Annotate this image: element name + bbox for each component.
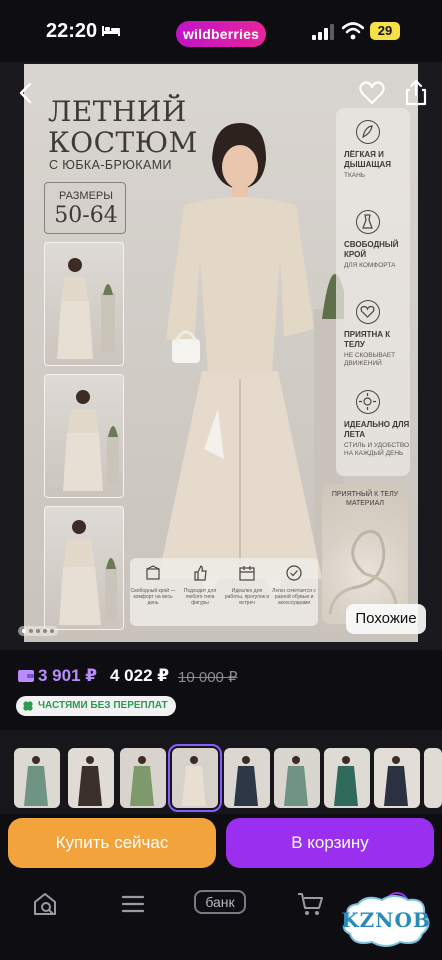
old-price: 10 000 ₽ bbox=[178, 669, 238, 686]
sun-icon bbox=[356, 390, 380, 414]
feature-title: ИДЕАЛЬНО ДЛЯ ЛЕТА bbox=[344, 420, 410, 439]
back-arrow-icon[interactable] bbox=[14, 80, 40, 106]
menu-icon[interactable] bbox=[120, 890, 146, 918]
benefit-text: Подходит для любого типа фигуры bbox=[183, 588, 217, 606]
thumbnail[interactable] bbox=[14, 748, 60, 808]
cart-icon[interactable] bbox=[296, 890, 324, 918]
wallet-price: 3 901 ₽ bbox=[38, 666, 98, 685]
thumbnail[interactable] bbox=[274, 748, 320, 808]
watermark-text: KZNOB bbox=[341, 908, 431, 932]
feature-title: ЛЁГКАЯ И ДЫШАЩАЯ bbox=[344, 150, 392, 169]
check-circle-icon bbox=[286, 565, 302, 581]
similar-button[interactable]: Похожие bbox=[346, 604, 426, 634]
sizes-box: РАЗМЕРЫ 50-64 bbox=[44, 182, 126, 234]
battery-indicator: 29 bbox=[370, 22, 400, 40]
fabric-closeup: ПРИЯТНЫЙ К ТЕЛУ МАТЕРИАЛ bbox=[322, 484, 408, 624]
current-price: 4 022 ₽ bbox=[110, 666, 170, 685]
clock: 22:20 bbox=[46, 20, 98, 42]
thumbnail-strip[interactable] bbox=[0, 730, 442, 814]
gallery-pagination bbox=[18, 626, 58, 636]
benefit-item: Идеален для работы, прогулок и встреч bbox=[224, 562, 270, 606]
buy-now-button[interactable]: Купить сейчас bbox=[8, 818, 216, 868]
price-row: 3 901 ₽ 4 022 ₽ 10 000 ₽ bbox=[0, 660, 442, 694]
pagination-dot bbox=[29, 629, 33, 633]
feature-subtitle: ТКАНЬ bbox=[344, 172, 366, 179]
thumbnail[interactable] bbox=[68, 748, 114, 808]
dress-icon bbox=[356, 210, 380, 234]
benefit-item: Легко сочетается с разной обувью и аксес… bbox=[271, 562, 317, 606]
benefit-text: Свободный крой — комфорт на весь день bbox=[130, 588, 176, 606]
brand-logo: wildberries bbox=[176, 21, 266, 47]
model-photo-side bbox=[44, 506, 124, 630]
thumbnail[interactable] bbox=[120, 748, 166, 808]
benefit-text: Легко сочетается с разной обувью и аксес… bbox=[272, 588, 316, 606]
calendar-icon bbox=[239, 566, 255, 581]
watermark: KZNOB bbox=[336, 892, 436, 948]
status-bar: 22:20 wildberries 29 bbox=[0, 0, 442, 62]
installments-badge[interactable]: ЧАСТЯМИ БЕЗ ПЕРЕПЛАТ bbox=[16, 696, 176, 716]
benefit-text: Идеален для работы, прогулок и встреч bbox=[224, 588, 270, 606]
pagination-dot-active bbox=[22, 629, 26, 633]
home-search-icon[interactable] bbox=[32, 890, 58, 918]
features-panel: ЛЁГКАЯ И ДЫШАЩАЯ ТКАНЬ СВОБОДНЫЙ КРОЙ ДЛ… bbox=[336, 108, 410, 476]
benefit-item: Свободный крой — комфорт на весь день bbox=[130, 562, 176, 606]
installments-label: ЧАСТЯМИ БЕЗ ПЕРЕПЛАТ bbox=[38, 700, 168, 711]
feature-subtitle: СТИЛЬ И УДОБСТВО НА КАЖДЫЙ ДЕНЬ bbox=[344, 442, 410, 457]
thumbs-up-icon bbox=[194, 565, 207, 581]
sizes-value: 50-64 bbox=[54, 203, 118, 228]
thumbnail[interactable] bbox=[424, 748, 442, 808]
pagination-dot bbox=[43, 629, 47, 633]
wallet-icon bbox=[18, 670, 34, 682]
model-photo-front bbox=[44, 242, 124, 366]
thumbnail[interactable] bbox=[324, 748, 370, 808]
feature-title: СВОБОДНЫЙ КРОЙ bbox=[344, 240, 399, 259]
share-icon[interactable] bbox=[404, 78, 428, 106]
pagination-dot bbox=[50, 629, 54, 633]
thumbnail-selected[interactable] bbox=[168, 744, 222, 812]
product-gallery[interactable]: ЛЕТНИЙ КОСТЮМ С ЮБКА-БРЮКАМИ РАЗМЕРЫ 50-… bbox=[0, 62, 442, 650]
benefits-panel: Свободный крой — комфорт на весь день По… bbox=[130, 558, 318, 626]
sizes-label: РАЗМЕРЫ bbox=[58, 190, 114, 202]
box-icon bbox=[146, 565, 160, 580]
feature-subtitle: НЕ СКОВЫВАЕТ ДВИЖЕНИЙ bbox=[344, 352, 396, 367]
favorite-heart-icon[interactable] bbox=[358, 80, 386, 106]
heart-icon bbox=[356, 300, 380, 324]
bank-tab[interactable]: банк bbox=[194, 890, 246, 914]
model-main-photo bbox=[158, 123, 344, 599]
add-to-cart-button[interactable]: В корзину bbox=[226, 818, 434, 868]
product-image[interactable]: ЛЕТНИЙ КОСТЮМ С ЮБКА-БРЮКАМИ РАЗМЕРЫ 50-… bbox=[24, 64, 418, 642]
feather-icon bbox=[356, 120, 380, 144]
benefit-item: Подходит для любого типа фигуры bbox=[177, 562, 223, 606]
model-photo-back bbox=[44, 374, 124, 498]
thumbnail[interactable] bbox=[374, 748, 420, 808]
thumbnail[interactable] bbox=[224, 748, 270, 808]
cellular-signal-icon bbox=[312, 24, 334, 40]
clover-icon bbox=[23, 701, 33, 711]
pagination-dot bbox=[36, 629, 40, 633]
bed-icon bbox=[102, 26, 120, 36]
feature-subtitle: ДЛЯ КОМФОРТА bbox=[344, 262, 396, 269]
wifi-icon bbox=[342, 22, 364, 40]
feature-title: ПРИЯТНА К ТЕЛУ bbox=[344, 330, 391, 349]
